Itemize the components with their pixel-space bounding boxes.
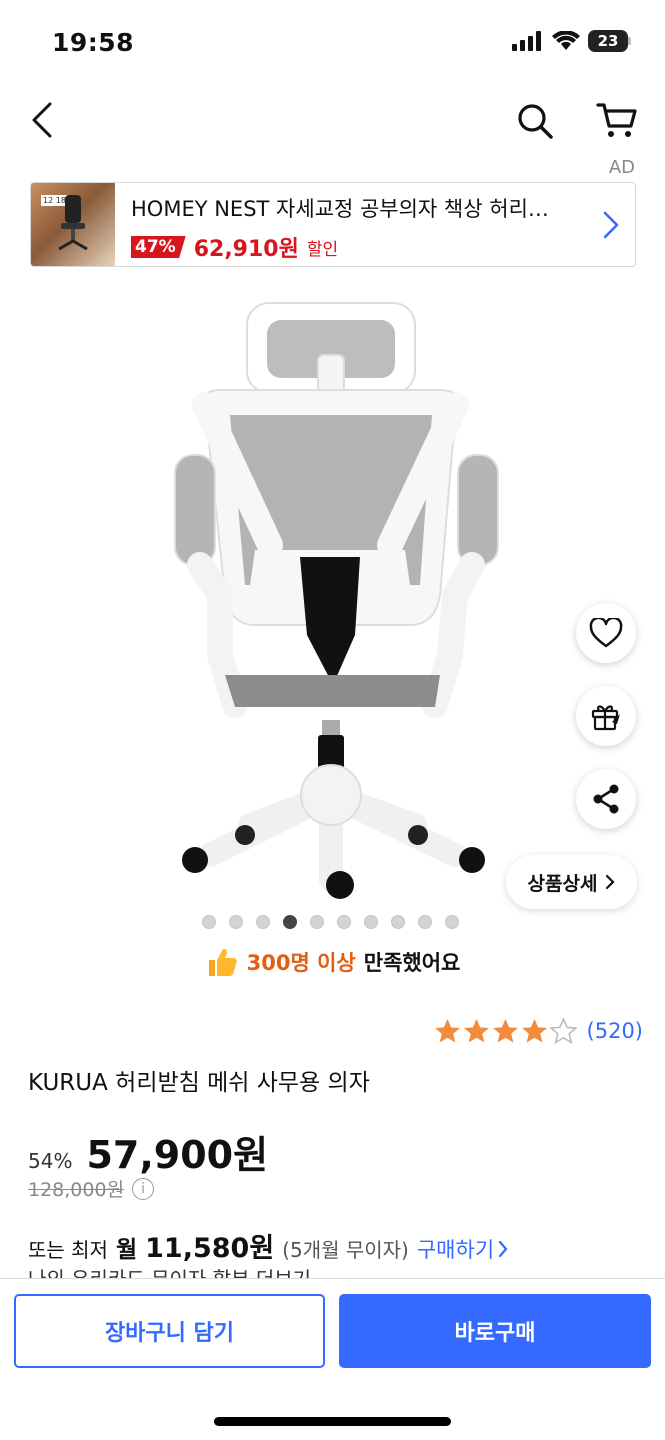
search-icon [518,104,553,139]
wishlist-button[interactable] [576,603,636,663]
price-row: 54% 57,900원 [28,1124,268,1179]
back-button[interactable] [22,98,62,142]
ad-sale-label: 할인 [306,239,339,260]
ad-label: AD [608,157,635,178]
chair-image [58,195,88,251]
satisfaction-count: 300명 이상 [246,951,356,975]
heart-icon [589,618,623,648]
gallery-dot[interactable] [202,915,216,929]
gift-icon [591,705,620,731]
discount-percent: 54% [28,1149,73,1173]
star-icon [434,1019,460,1043]
cart-button[interactable] [592,98,642,144]
installment-amount: 11,580원 [145,1233,275,1264]
original-price-row: 128,000원 i [28,1175,155,1202]
ad-arrow-button[interactable] [586,183,635,266]
ad-thumbnail: 12 18 [31,183,115,266]
ad-discount-badge: 47% [131,236,186,258]
cart-icon [596,103,637,137]
ad-banner[interactable]: 12 18 HOMEY NEST 자세교정 공부의자 책상 허리… 47% 62… [30,182,636,267]
status-icons: 23 [512,30,631,52]
product-image[interactable] [150,295,515,905]
installment-link-label: 구매하기 [416,1238,495,1262]
gallery-dot[interactable] [391,915,405,929]
ad-text: HOMEY NEST 자세교정 공부의자 책상 허리… 47% 62,910원 … [115,183,586,266]
battery-icon: 23 [588,30,628,52]
gallery-dot[interactable] [418,915,432,929]
gallery-dot[interactable] [283,915,297,929]
share-button[interactable] [576,769,636,829]
gallery-dot[interactable] [364,915,378,929]
chevron-right-icon [499,1240,508,1258]
gallery-dot[interactable] [337,915,351,929]
info-icon[interactable]: i [132,1177,155,1200]
wifi-icon [552,31,580,50]
product-detail-button[interactable]: 상품상세 [506,855,637,909]
add-to-cart-button[interactable]: 장바구니 담기 [14,1294,325,1368]
ad-title: HOMEY NEST 자세교정 공부의자 책상 허리… [131,197,549,221]
thumbs-up-icon [208,948,237,976]
gallery-dot[interactable] [229,915,243,929]
ad-price: 62,910원 [193,237,299,262]
status-bar: 19:58 23 [0,0,665,86]
home-indicator[interactable] [214,1417,451,1426]
rating-stars [434,1018,577,1044]
review-count[interactable]: (520) [587,1019,643,1043]
sale-price: 57,900원 [86,1133,269,1177]
installment-row: 또는 최저 월 11,580원 (5개월 무이자) 구매하기 [28,1226,508,1265]
gallery-dots [202,915,459,929]
ad-price-row: 47% 62,910원 할인 [131,231,586,263]
product-title: KURUA 허리받침 메쉬 사무용 의자 [28,1070,370,1096]
gallery-dot[interactable] [445,915,459,929]
star-icon [463,1019,489,1043]
star-icon [492,1019,518,1043]
installment-buy-link[interactable]: 구매하기 [417,1234,508,1264]
product-detail-label: 상품상세 [527,872,598,895]
original-price: 128,000원 [28,1179,125,1201]
satisfaction-banner: 300명 이상 만족했어요 [0,945,665,979]
chevron-right-icon [603,211,618,238]
gallery-dot[interactable] [256,915,270,929]
chevron-right-icon [606,874,616,890]
star-icon [521,1019,547,1043]
buy-now-button[interactable]: 바로구매 [339,1294,651,1368]
rating[interactable]: (520) [434,1018,643,1044]
satisfaction-text: 만족했어요 [363,951,461,975]
share-icon [593,784,619,814]
search-button[interactable] [512,98,558,144]
signal-icon [512,31,541,51]
chevron-left-icon [32,102,52,138]
star-icon [549,1018,577,1044]
top-nav [0,90,665,150]
installment-month: 월 [115,1237,138,1263]
gift-button[interactable] [576,686,636,746]
gallery-dot[interactable] [310,915,324,929]
installment-note: (5개월 무이자) [282,1238,409,1262]
installment-prefix: 또는 최저 [28,1238,108,1262]
bottom-action-bar: 장바구니 담기 바로구매 [0,1278,665,1440]
status-time: 19:58 [52,28,135,57]
